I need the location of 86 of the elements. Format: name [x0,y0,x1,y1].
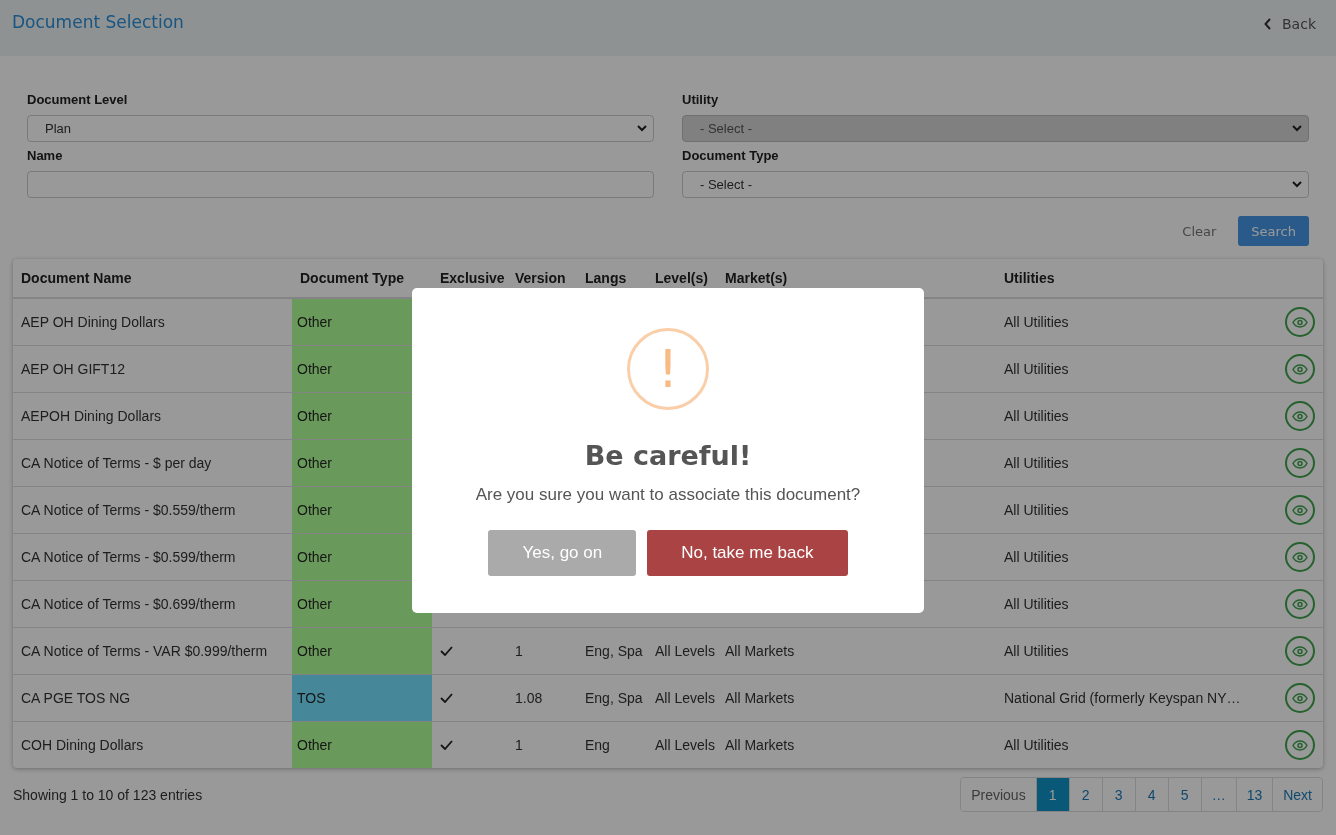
page-title: Document Selection [12,12,184,32]
view-button[interactable] [1285,448,1315,478]
column-header: Version [515,270,566,286]
next-button[interactable]: Next [1272,778,1322,811]
table-cell: All Utilities [1004,643,1069,659]
view-button[interactable] [1285,307,1315,337]
table-cell: CA Notice of Terms - VAR $0.999/therm [21,643,268,659]
table-cell: COH Dining Dollars [21,737,144,753]
table-cell: CA Notice of Terms - $0.699/therm [21,596,236,612]
table-cell: All Levels [655,643,715,659]
column-header: Level(s) [655,270,708,286]
type-cell: TOS [292,674,432,722]
table-cell: All Markets [725,737,795,753]
eye-icon [1292,410,1308,422]
table-cell: All Utilities [1004,502,1069,518]
dialog-message: Are you sure you want to associate this document? [475,485,861,505]
table-cell: All Markets [725,643,795,659]
table-cell: Eng, Spa [585,643,643,659]
view-button[interactable] [1285,401,1315,431]
table-cell: All Utilities [1004,737,1069,753]
table-cell: All Utilities [1004,361,1069,377]
chevron-down-icon [637,125,647,132]
table-cell: CA PGE TOS NG [21,690,131,706]
table-cell: National Grid (formerly Keyspan NY… [1004,690,1241,706]
column-header: Utilities [1004,270,1055,286]
column-header: Document Name [21,270,132,286]
table-cell: AEP OH GIFT12 [21,361,125,377]
warning-icon: ! [627,328,709,410]
view-button[interactable] [1285,730,1315,760]
dropdown[interactable]: - Select - [682,171,1309,198]
search-button[interactable]: Search [1238,216,1309,246]
table-cell: All Utilities [1004,596,1069,612]
input-field[interactable] [27,171,654,198]
table-cell: All Utilities [1004,408,1069,424]
eye-icon [1292,739,1308,751]
table-cell: All Utilities [1004,455,1069,471]
table-cell: All Utilities [1004,314,1069,330]
view-button[interactable] [1285,589,1315,619]
column-header: Document Type [300,270,404,286]
view-button[interactable] [1285,683,1315,713]
type-cell: Other [292,627,432,675]
page-button[interactable]: 1 [1035,778,1069,811]
clear-button[interactable]: Clear [1176,222,1223,240]
chevron-down-icon [1292,181,1302,188]
table-cell: All Levels [655,690,715,706]
type-cell: Other [292,721,432,768]
table-cell: CA Notice of Terms - $0.559/therm [21,502,236,518]
field-label: Document Level [27,92,129,107]
column-header: Market(s) [725,270,788,286]
eye-icon [1292,316,1308,328]
dialog-title: Be careful! [584,440,752,471]
table-cell: CA Notice of Terms - $0.599/therm [21,549,236,565]
view-button[interactable] [1285,495,1315,525]
view-button[interactable] [1285,636,1315,666]
table-cell: 1.08 [515,690,543,706]
confirm-button[interactable]: Yes, go on [488,530,637,576]
back-button[interactable]: Back [1264,16,1324,32]
table-cell: 1 [515,643,523,659]
table-cell: All Utilities [1004,549,1069,565]
eye-icon [1292,551,1308,563]
eye-icon [1292,457,1308,469]
table-cell: 1 [515,737,523,753]
eye-icon [1292,692,1308,704]
eye-icon [1292,645,1308,657]
field-label: Utility [682,92,720,107]
table-cell: CA Notice of Terms - $ per day [21,455,212,471]
cancel-button[interactable]: No, take me back [647,530,848,576]
table-cell: AEPOH Dining Dollars [21,408,162,424]
chevron-down-icon [1292,125,1302,132]
field-label: Name [27,148,64,163]
table-cell: Eng, Spa [585,690,643,706]
view-button[interactable] [1285,354,1315,384]
table-cell: AEP OH Dining Dollars [21,314,165,330]
table-cell: All Levels [655,737,715,753]
eye-icon [1292,363,1308,375]
eye-icon [1292,598,1308,610]
column-header: Langs [585,270,627,286]
column-header: Exclusive [440,270,505,286]
entries-info: Showing 1 to 10 of 123 entries [13,786,203,803]
field-label: Document Type [682,148,780,163]
table-cell: All Markets [725,690,795,706]
dropdown[interactable]: Plan [27,115,654,142]
table-cell: Eng [585,737,610,753]
chevron-left-icon [1264,18,1272,30]
eye-icon [1292,504,1308,516]
view-button[interactable] [1285,542,1315,572]
